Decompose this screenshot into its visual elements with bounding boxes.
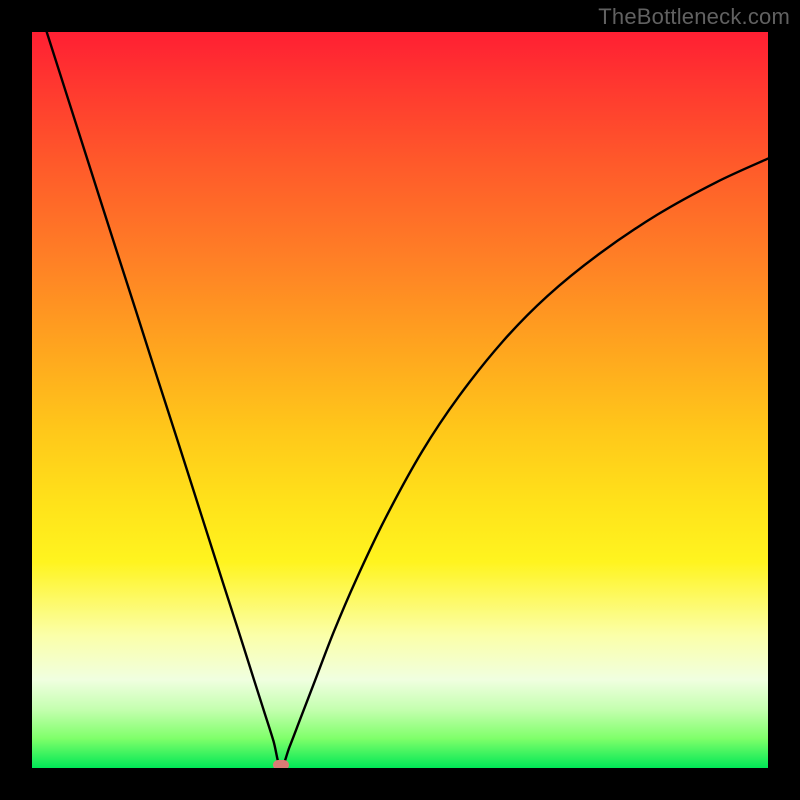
watermark-text: TheBottleneck.com: [598, 4, 790, 30]
curve-path: [47, 32, 768, 768]
minimum-marker: [273, 760, 289, 768]
plot-area: [32, 32, 768, 768]
bottleneck-curve: [32, 32, 768, 768]
chart-frame: TheBottleneck.com: [0, 0, 800, 800]
